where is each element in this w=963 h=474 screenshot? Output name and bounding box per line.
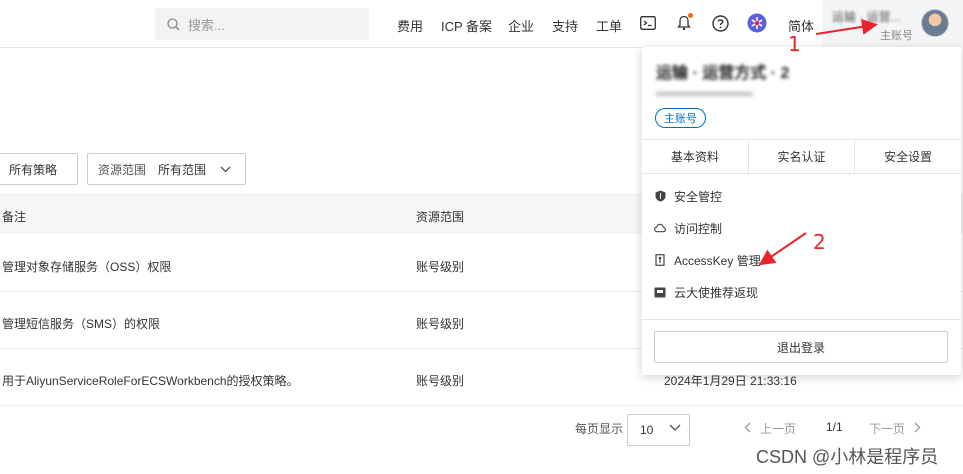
menu-item-referral-rebate[interactable]: 云大使推荐返现 [654, 282, 758, 302]
top-navigation-bar: 搜索... 费用 ICP 备案 企业 支持 工单 简体 运输 · 运营... 主… [0, 0, 963, 48]
annotation-marker-1: 1 [788, 32, 801, 56]
watermark: CSDN @小林是程序员 [756, 447, 939, 467]
column-header-note: 备注 [2, 210, 27, 224]
prev-page-button[interactable]: 上一页 [744, 420, 796, 437]
annotation-marker-2: 2 [813, 230, 826, 254]
chevron-left-icon [744, 422, 751, 433]
menu-item-label: 安全管控 [674, 189, 723, 204]
resource-scope-select[interactable]: 资源范围 所有范围 [87, 153, 246, 185]
row-scope: 账号级别 [416, 260, 465, 274]
chevron-down-icon [669, 424, 681, 431]
resource-scope-value: 所有范围 [158, 162, 207, 177]
per-page-select[interactable]: 10 [627, 414, 690, 446]
next-page-button[interactable]: 下一页 [869, 420, 921, 437]
nav-icp[interactable]: ICP 备案 [441, 16, 492, 35]
help-icon[interactable] [710, 13, 730, 33]
tab-basic-info[interactable]: 基本资料 [642, 140, 749, 173]
menu-item-label: AccessKey 管理 [674, 253, 761, 268]
tab-security-settings[interactable]: 安全设置 [855, 140, 961, 173]
search-input[interactable]: 搜索... [155, 8, 369, 40]
nav-ticket[interactable]: 工单 [596, 16, 622, 35]
nav-support[interactable]: 支持 [552, 16, 578, 35]
menu-item-access-control[interactable]: 访问控制 [654, 218, 722, 238]
row-scope: 账号级别 [416, 317, 465, 331]
per-page-label: 每页显示 [575, 422, 624, 436]
menu-item-security-control[interactable]: 安全管控 [654, 186, 722, 206]
shield-icon [654, 190, 666, 202]
tab-real-name[interactable]: 实名认证 [749, 140, 856, 173]
notification-dot [688, 13, 693, 18]
menu-item-accesskey-management[interactable]: AccessKey 管理 [654, 250, 761, 270]
chevron-down-icon [220, 166, 231, 172]
logout-button[interactable]: 退出登录 [654, 331, 948, 363]
panel-account-id: ••••••••••••••••••••••• [656, 87, 753, 101]
search-icon [167, 17, 180, 30]
nav-billing[interactable]: 费用 [397, 16, 423, 35]
resource-scope-label: 资源范围 [98, 162, 147, 177]
policy-type-select[interactable]: 所有策略 [0, 153, 78, 185]
next-page-label: 下一页 [869, 422, 906, 436]
policy-type-value: 所有策略 [9, 162, 58, 177]
panel-account-name: 运输 · 运营方式 · 2 [656, 65, 790, 82]
bell-icon[interactable] [674, 13, 694, 33]
terminal-icon[interactable] [638, 13, 658, 33]
chevron-right-icon [914, 422, 921, 433]
row-scope: 账号级别 [416, 374, 465, 388]
search-placeholder: 搜索... [188, 17, 225, 33]
gift-card-icon [654, 286, 666, 298]
per-page-value: 10 [640, 423, 654, 437]
menu-item-label: 访问控制 [674, 221, 723, 236]
prev-page-label: 上一页 [760, 422, 797, 436]
account-name: 运输 · 运营... [832, 10, 901, 24]
column-header-scope: 资源范围 [416, 210, 465, 224]
row-note: 管理对象存储服务（OSS）权限 [2, 260, 172, 274]
row-note: 管理短信服务（SMS）的权限 [2, 317, 161, 331]
key-icon [654, 254, 666, 266]
account-dropdown-panel: 运输 · 运营方式 · 2 ••••••••••••••••••••••• 主账… [642, 47, 961, 375]
status-badge: 主账号 [655, 108, 706, 128]
panel-tabs: 基本资料 实名认证 安全设置 [642, 139, 961, 174]
cloud-icon [654, 222, 666, 234]
page-indicator: 1/1 [826, 420, 843, 434]
nav-enterprise[interactable]: 企业 [508, 16, 534, 35]
menu-item-label: 云大使推荐返现 [674, 285, 759, 300]
divider [642, 319, 961, 320]
row-note: 用于AliyunServiceRoleForECSWorkbench的授权策略。 [2, 374, 299, 388]
account-type-label: 主账号 [880, 30, 913, 42]
avatar[interactable] [921, 9, 949, 37]
assistant-icon[interactable] [747, 13, 767, 33]
